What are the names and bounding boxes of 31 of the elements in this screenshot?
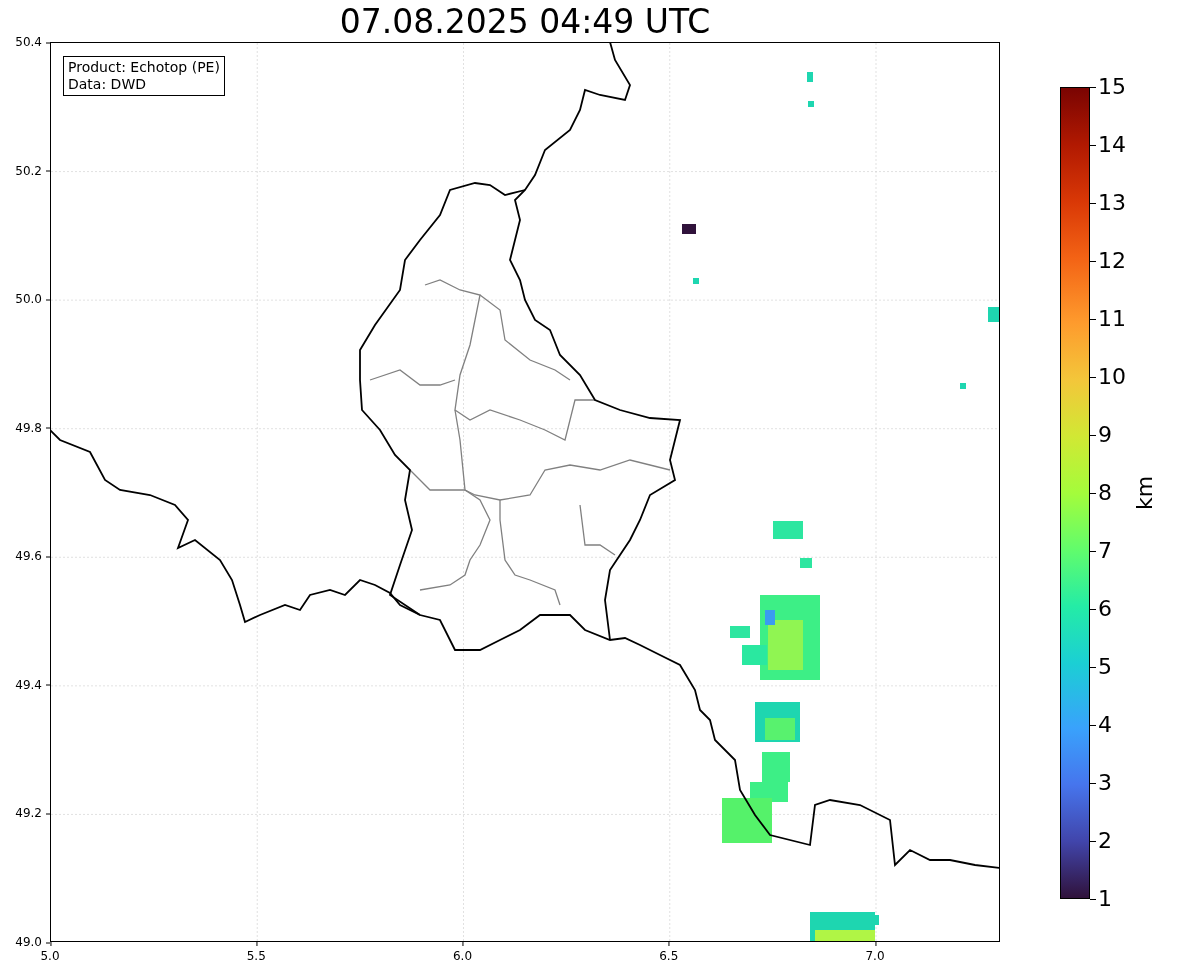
colorbar-tick-label: 6 xyxy=(1090,596,1112,622)
colorbar-tick-label: 12 xyxy=(1090,248,1126,274)
colorbar-tick-label: 14 xyxy=(1090,132,1126,158)
colorbar-tick-label: 4 xyxy=(1090,712,1112,738)
chart-title: 07.08.2025 04:49 UTC xyxy=(338,1,712,43)
y-tick-label: 49.4 xyxy=(15,677,50,693)
district-border-line xyxy=(579,504,616,556)
colorbar-tick-label: 1 xyxy=(1090,886,1112,912)
x-tick-label: 7.0 xyxy=(865,942,885,964)
x-tick-label: 6.0 xyxy=(452,942,473,964)
y-tick-label: 49.6 xyxy=(15,548,50,564)
colorbar-tick-label: 11 xyxy=(1090,306,1126,332)
colorbar-tick-label: 15 xyxy=(1090,74,1126,100)
info-text: Data: DWD xyxy=(68,76,147,93)
info-text: Product: Echotop (PE) xyxy=(68,59,220,76)
colorbar-tick-label: 7 xyxy=(1090,538,1112,564)
colorbar-tick-label: 9 xyxy=(1090,422,1112,448)
y-tick-label: 49.8 xyxy=(15,420,50,436)
x-tick-label: 5.5 xyxy=(246,942,266,964)
x-tick-label: 6.5 xyxy=(659,942,679,964)
colorbar-tick-label: 2 xyxy=(1090,828,1112,854)
y-tick-label: 50.4 xyxy=(15,34,50,50)
colorbar-tick-label: 10 xyxy=(1090,364,1126,390)
y-tick-label: 49.2 xyxy=(15,805,50,821)
colorbar-tick-label: 8 xyxy=(1090,480,1112,506)
colorbar-tick-label: 3 xyxy=(1090,770,1112,796)
colorbar-tick-label: 5 xyxy=(1090,654,1112,680)
colorbar-label: km xyxy=(1131,475,1157,511)
y-tick-label: 50.2 xyxy=(15,163,50,179)
colorbar-tick-label: 13 xyxy=(1090,190,1126,216)
y-tick-label: 50.0 xyxy=(15,291,50,307)
